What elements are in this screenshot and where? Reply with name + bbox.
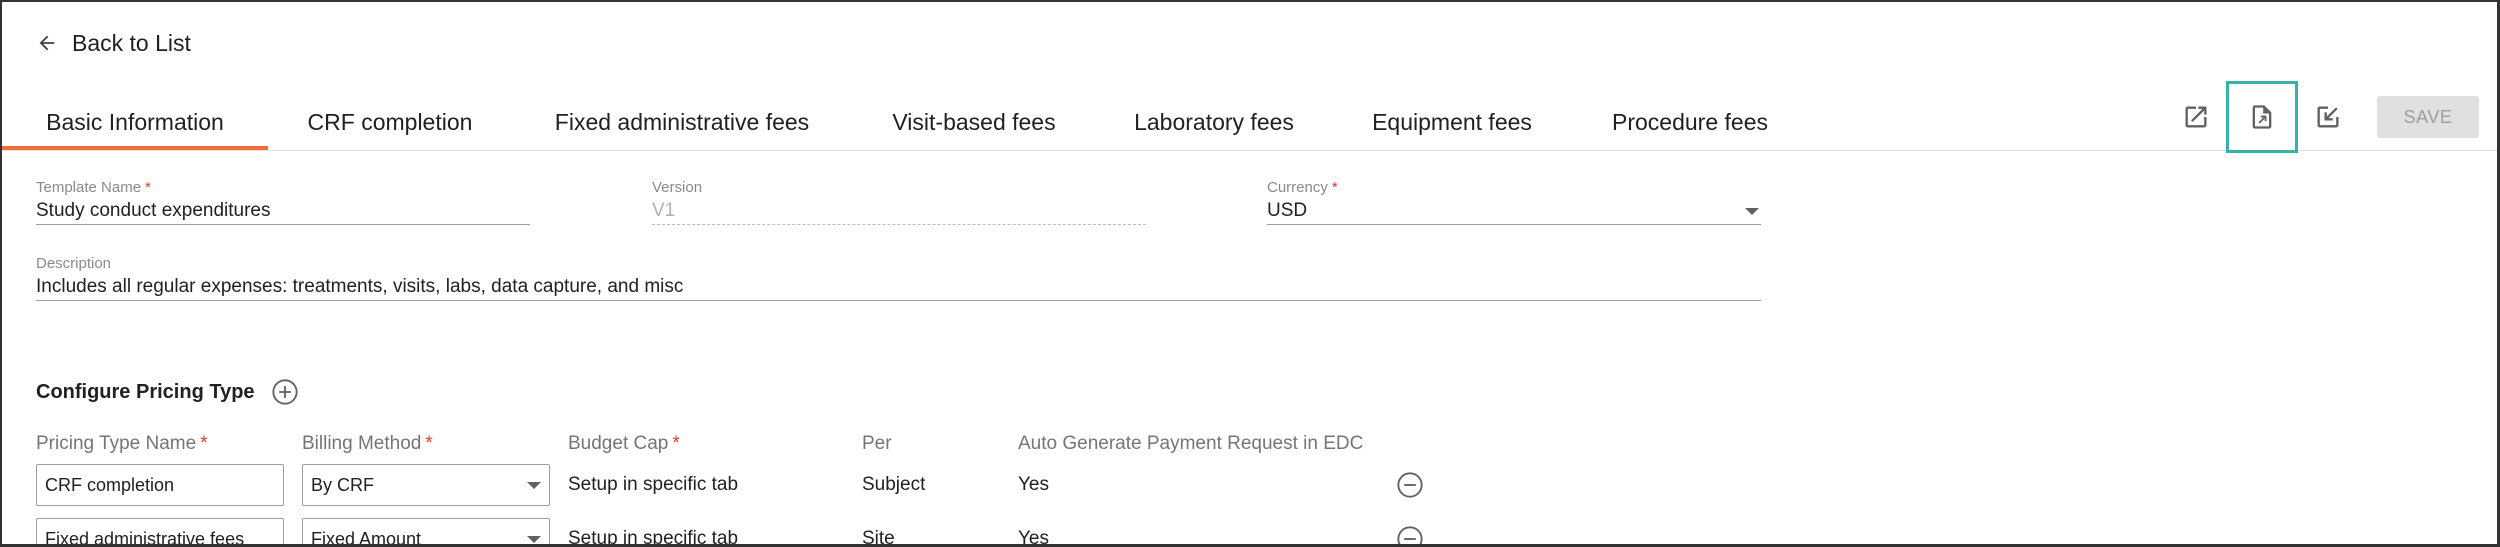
currency-label: Currency (1267, 179, 1328, 196)
currency-field: Currency * USD (1267, 179, 1761, 225)
open-in-new-icon (2185, 106, 2207, 128)
tab-procedure-fees[interactable]: Procedure fees (1572, 94, 1808, 150)
tab-fixed-administrative-fees[interactable]: Fixed administrative fees (512, 94, 852, 150)
dropdown-arrow-icon (1745, 208, 1759, 215)
export-file-button[interactable] (2226, 81, 2298, 153)
description-input[interactable]: Includes all regular expenses: treatment… (36, 273, 1761, 301)
back-to-list-link[interactable]: Back to List (36, 26, 191, 60)
billing-method-select[interactable]: By CRF (302, 464, 550, 506)
auto-generate-text: Yes (1018, 474, 1049, 495)
open-external-button[interactable] (2175, 96, 2217, 138)
billing-method-value: Fixed Amount (311, 529, 422, 547)
pricing-type-name-input[interactable]: CRF completion (36, 464, 284, 506)
file-export-icon (2252, 105, 2272, 129)
budget-cap-text: Setup in specific tab (568, 474, 739, 495)
tab-visit-based-fees[interactable]: Visit-based fees (852, 94, 1096, 150)
save-button[interactable]: SAVE (2377, 96, 2479, 138)
arrow-left-icon (39, 35, 55, 51)
auto-generate-text: Yes (1018, 528, 1049, 547)
tabs-divider (2, 150, 2497, 151)
template-name-input[interactable]: Study conduct expenditures (36, 197, 530, 225)
col-header-pricing-type-name: Pricing Type Name * (36, 433, 208, 454)
required-marker: * (145, 179, 151, 196)
remove-circle-icon[interactable] (1396, 471, 1424, 499)
pricing-type-name-input[interactable]: Fixed administrative fees (36, 518, 284, 544)
version-label: Version (652, 179, 703, 196)
billing-method-select[interactable]: Fixed Amount (302, 518, 550, 547)
template-name-field: Template Name * Study conduct expenditure… (36, 179, 530, 225)
dropdown-arrow-icon (527, 482, 541, 489)
budget-cap-text: Setup in specific tab (568, 528, 739, 547)
import-button[interactable] (2307, 96, 2349, 138)
col-header-billing-method: Billing Method * (302, 433, 433, 454)
per-text: Site (862, 528, 895, 547)
col-header-auto-generate: Auto Generate Payment Request in EDC (1018, 433, 1364, 454)
remove-circle-icon[interactable] (1396, 525, 1424, 547)
section-title: Configure Pricing Type (36, 380, 255, 403)
back-label: Back to List (72, 29, 191, 56)
dropdown-arrow-icon (527, 536, 541, 543)
per-text: Subject (862, 474, 926, 495)
version-field: Version V1 (652, 179, 1146, 225)
version-input: V1 (652, 197, 1146, 225)
required-marker: * (1331, 179, 1338, 196)
billing-method-value: By CRF (311, 475, 374, 495)
file-import-icon (2317, 106, 2339, 128)
tab-bar: Basic Information CRF completion Fixed a… (2, 94, 1802, 150)
currency-select[interactable]: USD (1267, 197, 1761, 225)
description-label: Description (36, 255, 112, 272)
col-header-budget-cap: Budget Cap * (568, 433, 680, 454)
col-header-per: Per (862, 433, 892, 454)
description-field: Description Includes all regular expense… (36, 255, 1761, 301)
tab-equipment-fees[interactable]: Equipment fees (1332, 94, 1572, 150)
template-name-label: Template Name (36, 179, 142, 196)
currency-value: USD (1267, 200, 1308, 221)
add-circle-icon[interactable] (271, 378, 299, 406)
app-window: Back to List Basic Information CRF compl… (0, 0, 2500, 547)
tab-crf-completion[interactable]: CRF completion (268, 94, 512, 150)
tab-basic-information[interactable]: Basic Information (2, 94, 268, 150)
pricing-section-header: Configure Pricing Type (36, 377, 299, 407)
tab-laboratory-fees[interactable]: Laboratory fees (1096, 94, 1332, 150)
